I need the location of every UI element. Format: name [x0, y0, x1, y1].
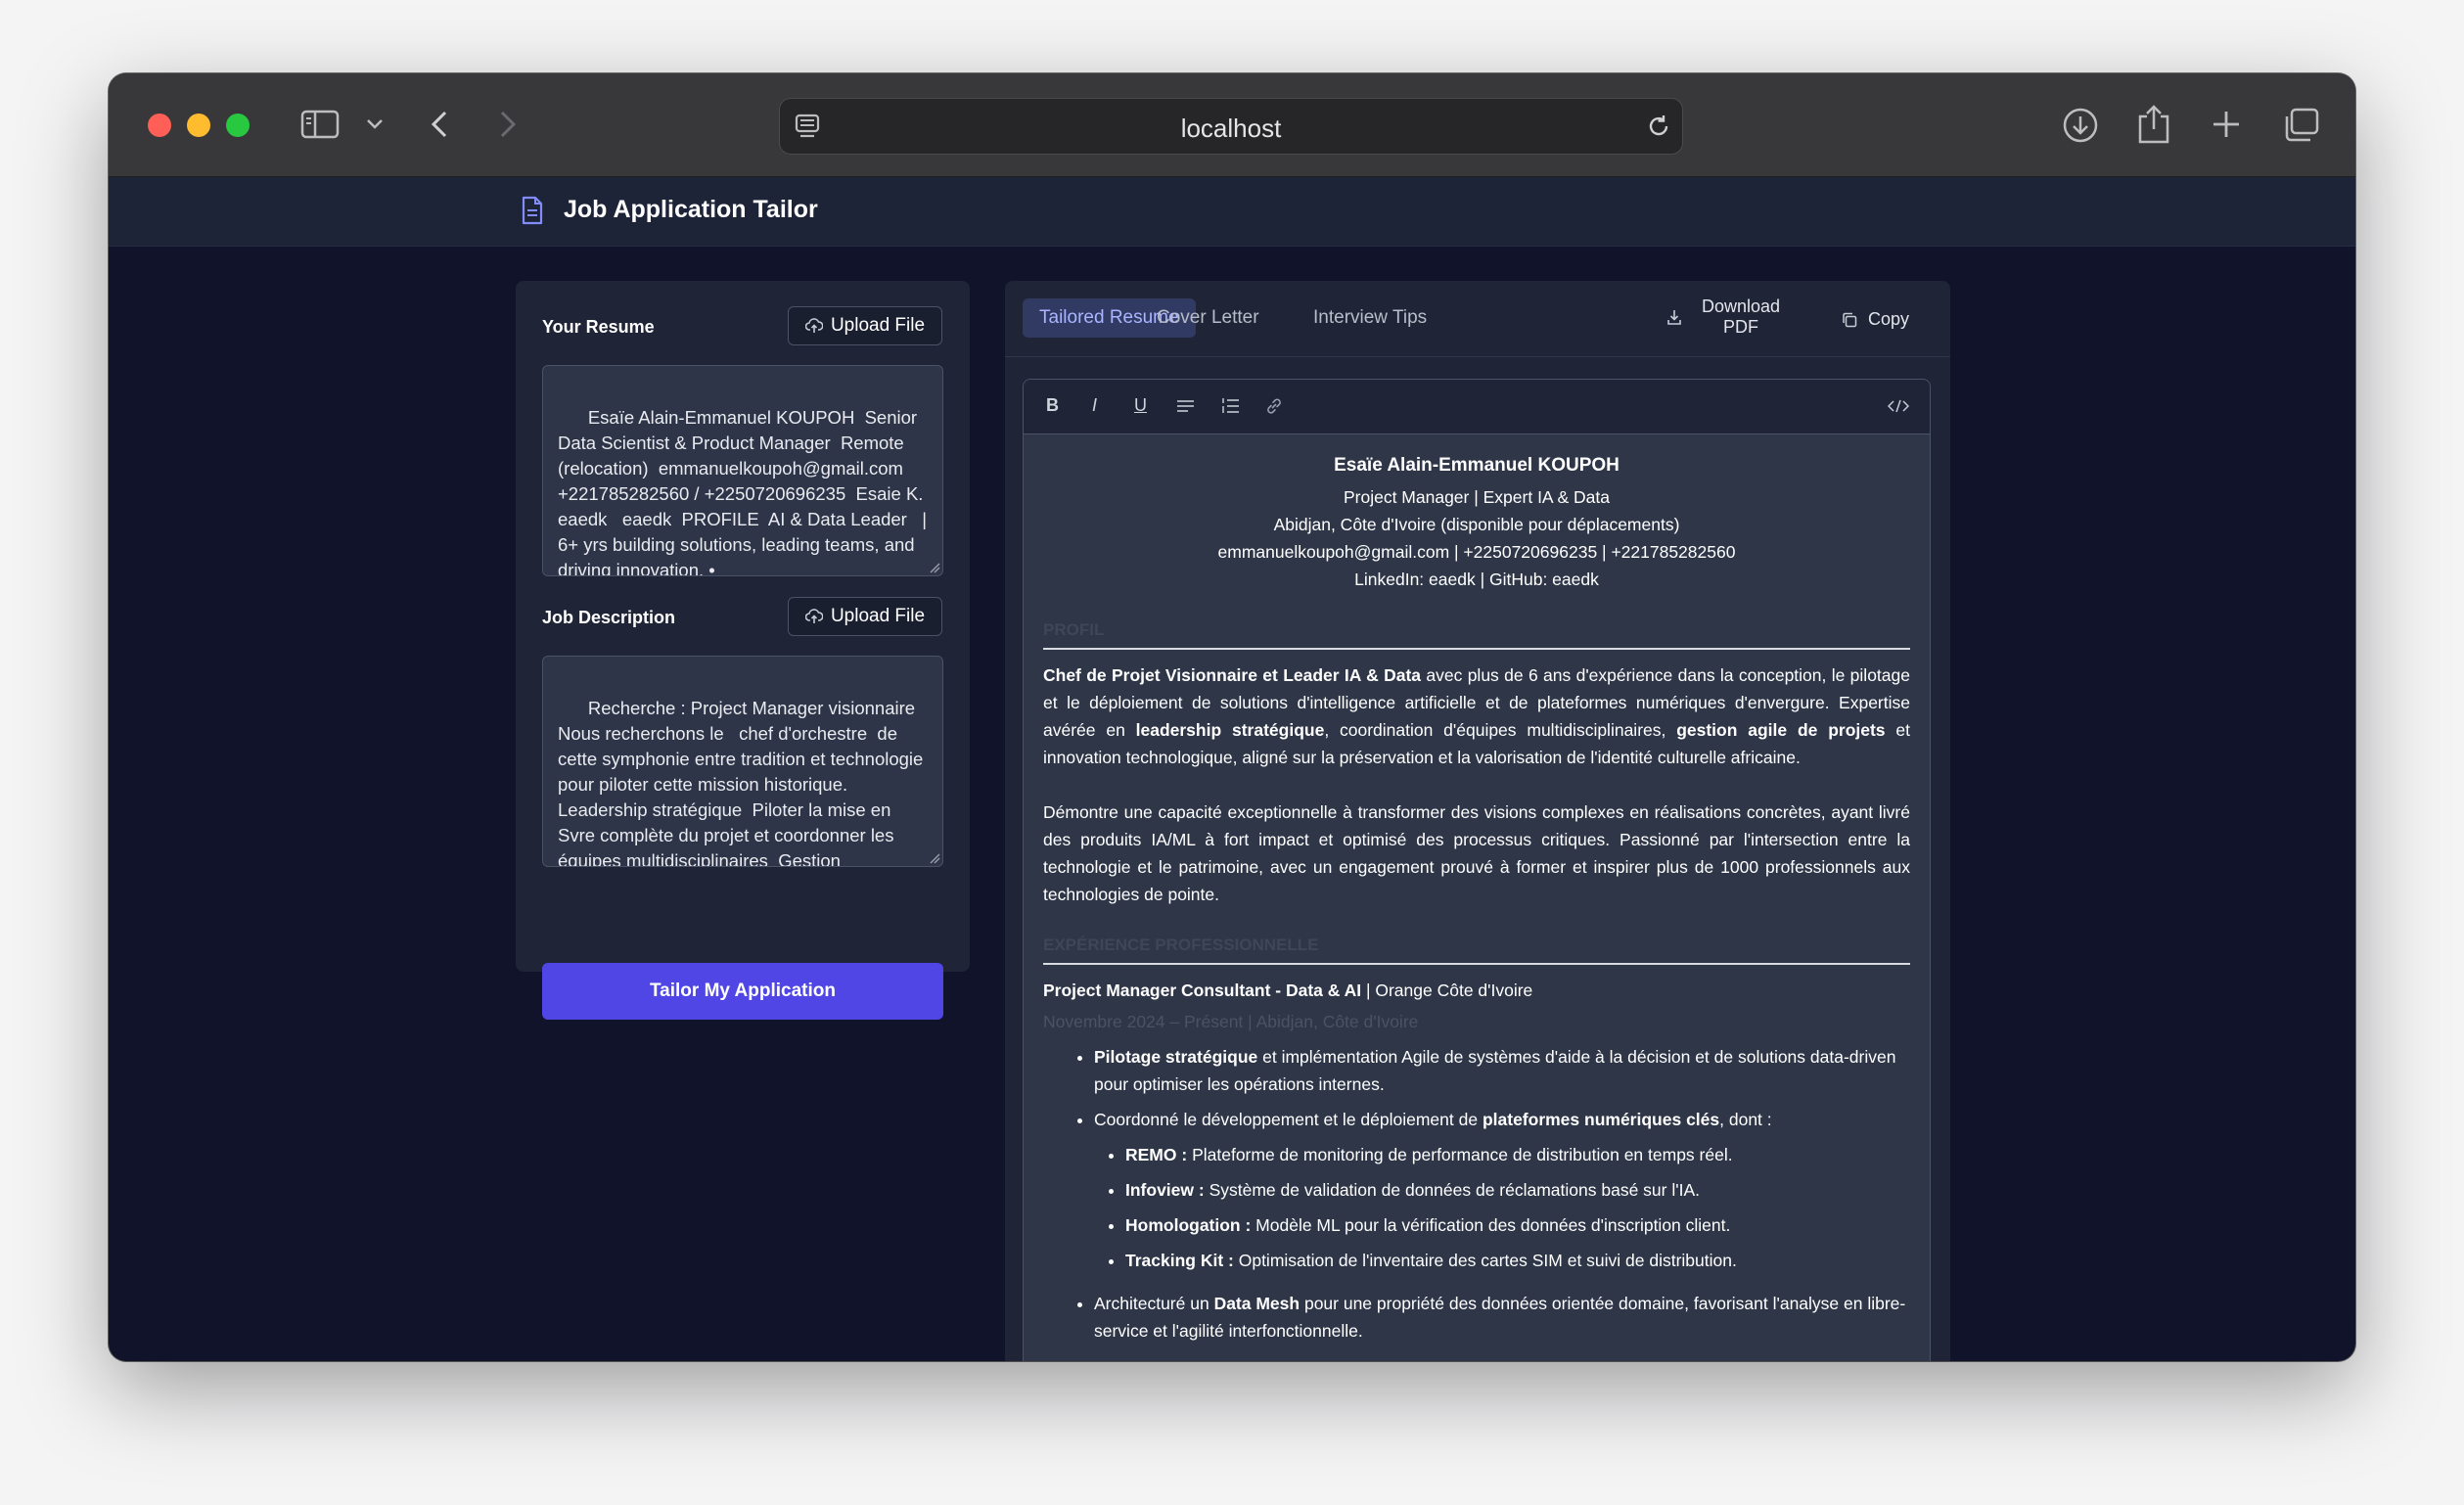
copy-label: Copy — [1868, 309, 1910, 329]
profile-paragraph-2: Démontre une capacité exceptionnelle à t… — [1043, 802, 1910, 904]
tab-cover-letter[interactable]: Cover Letter — [1140, 298, 1276, 338]
copy-icon — [1843, 312, 1857, 327]
job-upload-button[interactable]: Upload File — [788, 597, 942, 636]
upload-button-label: Upload File — [830, 606, 926, 626]
url-text: localhost — [1180, 114, 1282, 143]
bullet-list-icon[interactable] — [1176, 398, 1196, 419]
numbered-list-icon[interactable] — [1220, 397, 1240, 420]
download-label-line1: Download — [1702, 296, 1781, 316]
share-icon[interactable] — [2136, 103, 2171, 144]
resize-handle-icon[interactable] — [929, 562, 940, 573]
output-panel: Tailored Resume Cover Letter Interview T… — [1005, 281, 1950, 1361]
job-description-textarea[interactable]: Recherche : Project Manager visionnaire … — [542, 656, 943, 867]
tailor-application-button[interactable]: Tailor My Application — [542, 963, 943, 1020]
platform-sublist: REMO : Plateforme de monitoring de perfo… — [1094, 1141, 1910, 1274]
resize-handle-icon[interactable] — [929, 852, 940, 864]
doc-links: LinkedIn: eaedk | GitHub: eaedk — [1354, 570, 1599, 589]
rich-text-editor[interactable]: B I U Esaïe Alain-Emmanuel KOUPOH Projec… — [1023, 379, 1931, 1361]
chevron-down-icon[interactable] — [365, 116, 385, 132]
experience-section-title: EXPÉRIENCE PROFESSIONNELLE — [1043, 932, 1910, 965]
job-description-label: Job Description — [542, 608, 676, 627]
app-title: Job Application Tailor — [564, 196, 818, 223]
tab-overview-icon[interactable] — [2281, 107, 2320, 144]
address-bar[interactable]: localhost — [779, 98, 1683, 155]
output-tabs: Tailored Resume Cover Letter Interview T… — [1005, 281, 1950, 357]
close-window-button[interactable] — [148, 114, 171, 137]
resume-text: Esaïe Alain-Emmanuel KOUPOH Senior Data … — [558, 407, 938, 576]
doc-location: Abidjan, Côte d'Ivoire (disponible pour … — [1273, 515, 1680, 534]
zoom-window-button[interactable] — [226, 114, 250, 137]
job-bullets: Pilotage stratégique et implémentation A… — [1043, 1043, 1910, 1345]
minimize-window-button[interactable] — [187, 114, 210, 137]
editor-toolbar: B I U — [1024, 380, 1930, 434]
reload-icon[interactable] — [1645, 113, 1672, 140]
upload-cloud-icon — [804, 318, 823, 333]
sidebar-toggle-icon[interactable] — [300, 110, 340, 139]
resume-textarea[interactable]: Esaïe Alain-Emmanuel KOUPOH Senior Data … — [542, 365, 943, 576]
profile-paragraph-1: Chef de Projet Visionnaire et Leader IA … — [1043, 665, 1910, 767]
app-header: Job Application Tailor — [109, 177, 2355, 247]
list-item: Coordonné le développement et le déploie… — [1094, 1106, 1910, 1274]
browser-window: localhost Job Application Tailor Your Re… — [109, 73, 2355, 1361]
doc-name: Esaïe Alain-Emmanuel KOUPOH — [1334, 455, 1620, 476]
profile-section-title: PROFIL — [1043, 616, 1910, 650]
input-panel: Your Resume Upload File Esaïe Alain-Emma… — [516, 281, 970, 1020]
browser-toolbar: localhost — [109, 73, 2355, 177]
upload-cloud-icon — [804, 609, 823, 623]
list-item: Tracking Kit : Optimisation de l'inventa… — [1125, 1247, 1910, 1274]
bold-button[interactable]: B — [1046, 395, 1059, 416]
italic-button[interactable]: I — [1092, 395, 1097, 416]
download-icon — [1667, 310, 1681, 325]
download-pdf-button[interactable]: Download PDF — [1666, 296, 1780, 338]
download-label-line2: PDF — [1723, 317, 1759, 337]
resume-document[interactable]: Esaïe Alain-Emmanuel KOUPOH Project Mana… — [1024, 434, 1930, 1361]
upload-button-label: Upload File — [830, 315, 926, 336]
link-icon[interactable] — [1264, 396, 1284, 421]
list-item: Architecturé un Data Mesh pour une propr… — [1094, 1290, 1910, 1345]
copy-button[interactable]: Copy — [1841, 309, 1909, 330]
list-item: Pilotage stratégique et implémentation A… — [1094, 1043, 1910, 1098]
list-item: Infoview : Système de validation de donn… — [1125, 1176, 1910, 1204]
job-heading: Project Manager Consultant - Data & AI |… — [1043, 981, 1533, 1000]
code-view-icon[interactable] — [1887, 398, 1910, 419]
list-item: Homologation : Modèle ML pour la vérific… — [1125, 1211, 1910, 1239]
doc-contact: emmanuelkoupoh@gmail.com | +225072069623… — [1217, 542, 1736, 562]
list-item: REMO : Plateforme de monitoring de perfo… — [1125, 1141, 1910, 1168]
back-arrow-icon[interactable] — [428, 109, 451, 140]
downloads-icon[interactable] — [2062, 107, 2099, 144]
job-dates: Novembre 2024 – Présent | Abidjan, Côte … — [1043, 1012, 1419, 1031]
doc-headline: Project Manager | Expert IA & Data — [1343, 487, 1611, 507]
underline-button[interactable]: U — [1134, 395, 1147, 416]
job-description-text: Recherche : Project Manager visionnaire … — [558, 698, 924, 867]
resume-upload-button[interactable]: Upload File — [788, 306, 942, 345]
document-icon — [521, 196, 544, 230]
tab-interview-tips[interactable]: Interview Tips — [1297, 298, 1443, 338]
new-tab-icon[interactable] — [2211, 109, 2242, 140]
forward-arrow-icon[interactable] — [496, 109, 520, 140]
resume-label: Your Resume — [542, 317, 655, 337]
